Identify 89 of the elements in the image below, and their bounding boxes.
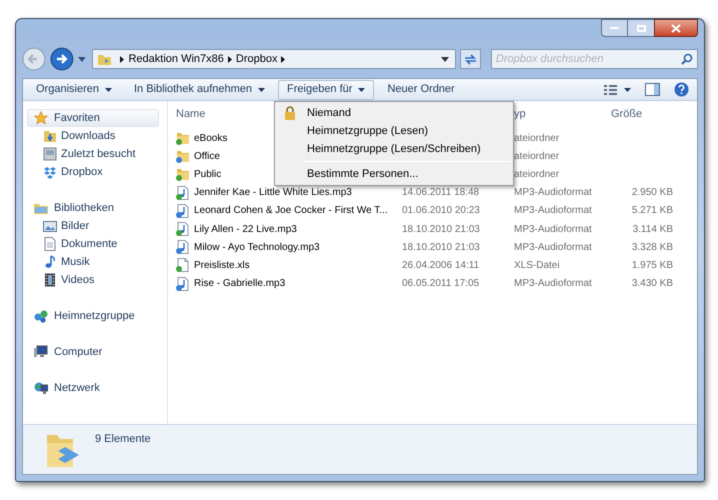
refresh-icon <box>464 54 477 64</box>
history-caret-icon[interactable] <box>78 56 86 62</box>
column-header[interactable]: Größe <box>611 106 673 122</box>
sidebar-item[interactable]: Bilder <box>27 217 167 235</box>
refresh-button[interactable] <box>460 49 481 69</box>
date-cell-text: 18.10.2010 21:03 <box>402 240 481 255</box>
search-field[interactable]: Dropbox durchsuchen <box>490 49 698 69</box>
file-name[interactable]: eBooks <box>194 130 228 146</box>
dropbox-icon <box>43 165 57 179</box>
type-cell-text: MP3-Audioformat <box>513 204 593 218</box>
file-name[interactable]: Rise - Gabrielle.mp3 <box>194 276 286 292</box>
menu-item[interactable]: Bestimmte Personen... <box>277 165 511 183</box>
size-cell-text: 2.950 KB <box>630 186 673 200</box>
type-cell-text: MP3-Audioformat <box>513 222 593 237</box>
size-cell-text: 3.114 KB <box>632 222 673 237</box>
type-cell-text: XLS-Datei <box>513 258 561 273</box>
caret-icon <box>104 88 112 92</box>
type-cell-text: ateiordner <box>513 168 560 182</box>
type-cell-text: MP3-Audioformat <box>513 186 593 200</box>
download-folder-icon <box>43 129 57 143</box>
file-name[interactable]: Preisliste.xls <box>194 258 250 273</box>
sidebar-item[interactable]: Netzwerk <box>27 379 159 397</box>
size-cell-text: 1.975 KB <box>630 258 673 273</box>
toolbar-button[interactable]: Freigeben für <box>278 80 374 100</box>
chevron-icon[interactable] <box>281 56 286 62</box>
date-cell-text: 18.10.2010 21:03 <box>402 222 481 237</box>
library-icon <box>34 201 48 215</box>
date-cell-text: 14.06.2011 18:48 <box>402 186 480 200</box>
size-cell-text: 3.430 KB <box>630 277 673 292</box>
star-icon <box>34 111 48 125</box>
type-cell-text: MP3-Audioformat <box>513 240 593 255</box>
file-name[interactable]: Milow - Ayo Technology.mp3 <box>194 240 320 255</box>
menu-item[interactable]: Heimnetzgruppe (Lesen) <box>277 122 511 140</box>
caret-icon <box>358 88 366 92</box>
film-strip-icon <box>43 273 57 287</box>
help-icon[interactable] <box>674 82 689 97</box>
date-cell-text: 06.05.2011 17:05 <box>402 277 480 292</box>
date-cell-text: 01.06.2010 20:23 <box>402 204 481 218</box>
network-icon <box>34 381 48 395</box>
size-cell-text: 5.271 KB <box>630 204 673 218</box>
sidebar-item[interactable]: Musik <box>27 253 167 271</box>
forward-button[interactable] <box>50 47 74 71</box>
homegroup-icon <box>34 309 48 323</box>
item-count: 9 Elemente <box>95 432 151 447</box>
document-icon <box>43 237 57 251</box>
menu-item[interactable]: Niemand <box>277 104 511 122</box>
sidebar-item[interactable]: Computer <box>27 343 159 361</box>
sidebar-item[interactable]: Videos <box>27 271 167 289</box>
file-name[interactable]: Leonard Cohen & Joe Cocker - First We T... <box>194 203 388 218</box>
address-bar[interactable]: Redaktion Win7x86 Dropbox <box>92 49 456 69</box>
toolbar-button[interactable]: Neuer Ordner <box>378 80 464 100</box>
search-icon <box>681 53 694 65</box>
caret-icon <box>258 88 266 92</box>
file-name[interactable]: Jennifer Kae - Little White Lies.mp3 <box>194 185 352 200</box>
close-icon <box>671 24 681 32</box>
sidebar-item[interactable]: Favoriten <box>27 109 159 127</box>
close-button[interactable] <box>654 19 698 37</box>
file-name[interactable]: Office <box>194 148 220 164</box>
maximize-button[interactable] <box>628 19 654 37</box>
menu-item[interactable]: Heimnetzgruppe (Lesen/Schreiben) <box>277 140 511 158</box>
minimize-button[interactable] <box>601 19 628 37</box>
computer-icon <box>34 345 48 359</box>
date-cell-text: 26.04.2006 14:11 <box>402 258 480 273</box>
folder-icon <box>97 52 112 66</box>
pictures-icon <box>43 219 57 233</box>
toolbar-button[interactable]: In Bibliothek aufnehmen <box>124 80 274 100</box>
type-cell-text: ateiordner <box>513 150 560 164</box>
type-cell-text: MP3-Audioformat <box>513 277 593 292</box>
breadcrumb-item[interactable]: Dropbox <box>236 50 278 68</box>
lock-icon <box>284 106 296 120</box>
breadcrumb-item[interactable]: Redaktion Win7x86 <box>128 50 224 68</box>
sidebar-item[interactable]: Heimnetzgruppe <box>27 307 159 325</box>
preview-pane-icon[interactable] <box>645 83 660 96</box>
chevron-icon[interactable] <box>228 56 232 62</box>
file-name[interactable]: Public <box>194 166 222 182</box>
search-input[interactable]: Dropbox durchsuchen <box>496 50 682 68</box>
sidebar-item[interactable]: Dropbox <box>27 163 167 181</box>
sidebar-item[interactable]: Downloads <box>27 127 167 145</box>
music-note-icon <box>43 255 57 269</box>
type-cell-text: ateiordner <box>513 132 560 146</box>
view-options-icon[interactable] <box>603 84 631 96</box>
chevron-icon[interactable] <box>120 56 124 62</box>
toolbar-button[interactable]: Organisieren <box>27 80 121 100</box>
sidebar-item[interactable]: Zuletzt besucht <box>27 145 167 163</box>
size-cell-text: 3.328 KB <box>630 240 673 255</box>
file-name[interactable]: Lily Allen - 22 Live.mp3 <box>194 222 297 237</box>
sidebar-item[interactable]: Dokumente <box>27 235 167 253</box>
sidebar-item[interactable]: Bibliotheken <box>27 199 159 217</box>
dropdown-caret-icon[interactable] <box>441 56 450 62</box>
